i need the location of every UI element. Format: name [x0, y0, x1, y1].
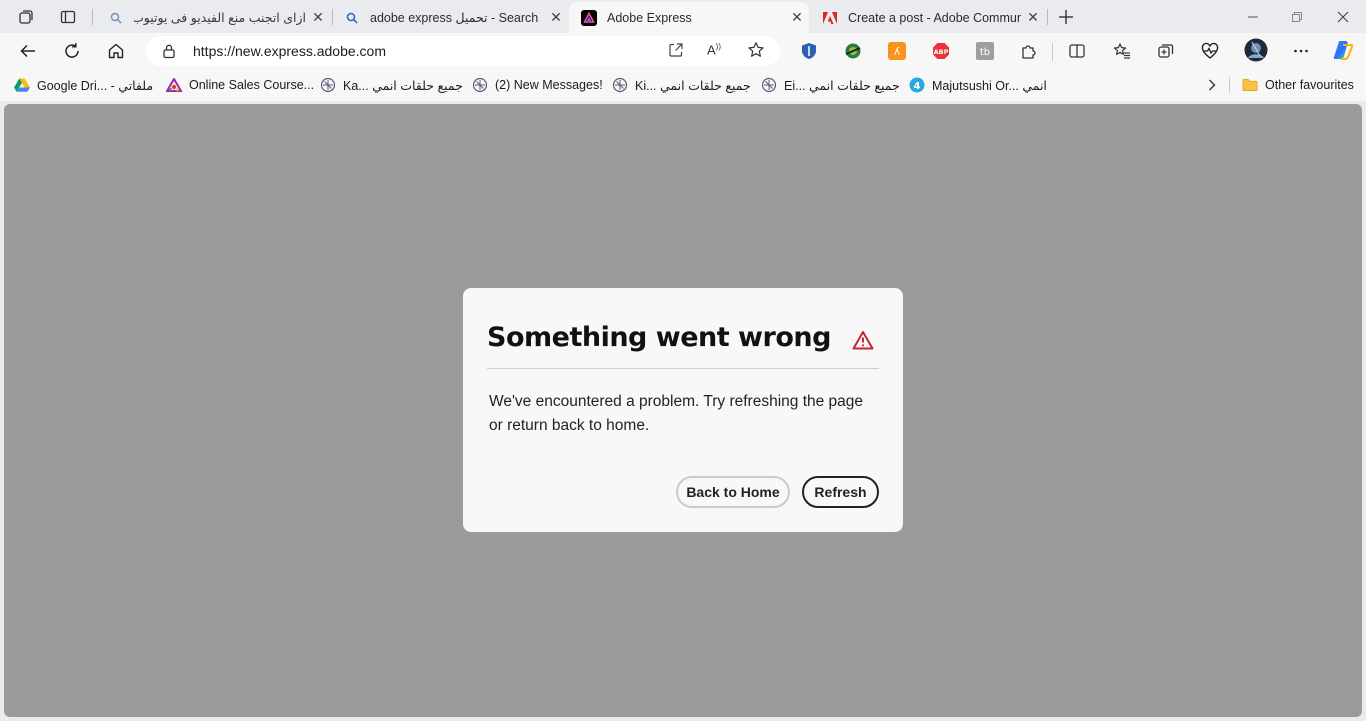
course-icon: [166, 77, 182, 93]
svg-text:ʎ: ʎ: [894, 45, 901, 58]
bookmark-label: Ka... جميع حلقات انمي: [343, 78, 463, 93]
tab-title: adobe express تحميل - Search: [370, 11, 539, 25]
tab-title: ازاى اتجنب منع الفيديو فى يوتيوب: [134, 11, 306, 25]
adblock-plus-icon[interactable]: ABP: [929, 39, 953, 63]
bookmark-item[interactable]: 4 Majutsushi Or... انمي: [909, 76, 1047, 94]
search-icon: [108, 10, 124, 26]
restore-button[interactable]: [1274, 0, 1320, 33]
arrow-left-icon: [20, 44, 35, 58]
gray-extension-icon[interactable]: tb: [973, 39, 997, 63]
error-dialog: Something went wrong We've encountered a…: [463, 288, 903, 532]
dialog-divider: [487, 368, 879, 369]
dialog-title: Something went wrong: [487, 322, 831, 353]
close-tab-icon[interactable]: ✕: [1021, 6, 1045, 30]
tab-3[interactable]: Create a post - Adobe Community ✕: [810, 2, 1045, 33]
tab-2-active[interactable]: Adobe Express ✕: [569, 2, 809, 33]
anime-site-icon: [761, 77, 777, 93]
extensions-puzzle-icon[interactable]: [1017, 39, 1041, 63]
url-text[interactable]: https://new.express.adobe.com: [193, 43, 386, 59]
anime-site-icon: [320, 77, 336, 93]
refresh-page-button[interactable]: Refresh: [802, 476, 879, 508]
close-icon: [1337, 11, 1349, 22]
svg-text:ABP: ABP: [934, 48, 949, 56]
favorites-icon[interactable]: [1110, 39, 1134, 63]
search-icon: [344, 10, 360, 26]
folder-icon: [1242, 77, 1258, 93]
shield-extension-icon[interactable]: [797, 39, 821, 63]
refresh-button[interactable]: [56, 36, 88, 66]
bookmark-item[interactable]: Ka... جميع حلقات انمي: [320, 76, 463, 94]
read-aloud-icon[interactable]: A)): [707, 42, 721, 57]
workspaces-icon: [19, 10, 33, 24]
back-to-home-button[interactable]: Back to Home: [676, 476, 790, 508]
copilot-icon[interactable]: [1330, 37, 1356, 63]
tab-title: Adobe Express: [607, 10, 692, 25]
home-icon: [108, 43, 124, 59]
favorite-star-icon[interactable]: [747, 41, 765, 64]
tab-actions-button[interactable]: [53, 4, 83, 30]
google-drive-icon: [14, 77, 30, 93]
bookmark-item[interactable]: Ei... جميع حلقات انمي: [761, 76, 900, 94]
open-in-app-icon[interactable]: [668, 42, 684, 63]
bookmark-item[interactable]: (2) New Messages!: [472, 76, 603, 94]
orange-extension-icon[interactable]: ʎ: [885, 39, 909, 63]
back-button[interactable]: [12, 36, 44, 66]
collections-icon[interactable]: [1154, 39, 1178, 63]
tab-strip: ازاى اتجنب منع الفيديو فى يوتيوب ✕ adobe…: [0, 0, 1366, 33]
close-tab-icon[interactable]: ✕: [785, 6, 809, 30]
bookmark-label: (2) New Messages!: [495, 78, 603, 92]
restore-icon: [1292, 11, 1302, 22]
vertical-tabs-icon: [60, 10, 76, 24]
plus-icon: [1059, 10, 1073, 24]
bookmark-label: Online Sales Course...: [189, 78, 315, 92]
adobe-icon: [822, 10, 838, 26]
bookmark-label: Ki... جميع حلقات انمي: [635, 78, 751, 93]
home-button[interactable]: [100, 36, 132, 66]
svg-text:tb: tb: [980, 47, 990, 58]
minimize-icon: [1248, 16, 1258, 17]
minimize-button[interactable]: [1230, 0, 1276, 33]
more-bookmarks-button[interactable]: [1206, 76, 1218, 94]
bookmark-label: Ei... جميع حلقات انمي: [784, 78, 900, 93]
bookmark-item[interactable]: Ki... جميع حلقات انمي: [612, 76, 751, 94]
favorites-bar: Google Dri... - ملفاتي Online Sales Cour…: [0, 69, 1366, 101]
adobe-express-icon: [581, 9, 597, 26]
lock-icon[interactable]: [162, 43, 176, 64]
other-favourites-label: Other favourites: [1265, 78, 1354, 92]
bookmark-item[interactable]: Google Dri... - ملفاتي: [14, 76, 153, 94]
profile-avatar[interactable]: [1243, 37, 1269, 63]
anime4-icon: 4: [909, 77, 925, 93]
anime-site-icon: [612, 77, 628, 93]
bookmark-label: Majutsushi Or... انمي: [932, 78, 1047, 93]
alert-triangle-icon: [852, 330, 874, 350]
new-tab-button[interactable]: [1051, 4, 1081, 30]
browser-essentials-icon[interactable]: [1198, 39, 1222, 63]
globe-extension-icon[interactable]: [841, 39, 865, 63]
navigation-toolbar: https://new.express.adobe.com A)) ʎ ABP …: [0, 33, 1366, 69]
anime-site-icon: [472, 77, 488, 93]
address-bar[interactable]: https://new.express.adobe.com A)): [146, 36, 780, 66]
tab-0[interactable]: ازاى اتجنب منع الفيديو فى يوتيوب ✕: [96, 2, 330, 33]
tab-title: Create a post - Adobe Community: [848, 10, 1021, 25]
chevron-right-icon: [1209, 79, 1216, 91]
other-favourites-folder[interactable]: Other favourites: [1242, 76, 1354, 94]
dialog-message: We've encountered a problem. Try refresh…: [489, 393, 864, 434]
tab-1[interactable]: adobe express تحميل - Search ✕: [332, 2, 568, 33]
refresh-icon: [65, 43, 79, 58]
svg-text:4: 4: [914, 81, 921, 92]
bookmark-item[interactable]: Online Sales Course...: [166, 76, 314, 94]
close-window-button[interactable]: [1320, 0, 1366, 33]
close-tab-icon[interactable]: ✕: [544, 6, 568, 30]
workspaces-button[interactable]: [11, 4, 41, 30]
bookmark-label: Google Dri... - ملفاتي: [37, 78, 154, 93]
settings-more-icon[interactable]: [1289, 39, 1313, 63]
split-screen-icon[interactable]: [1065, 39, 1089, 63]
close-tab-icon[interactable]: ✕: [306, 6, 330, 30]
